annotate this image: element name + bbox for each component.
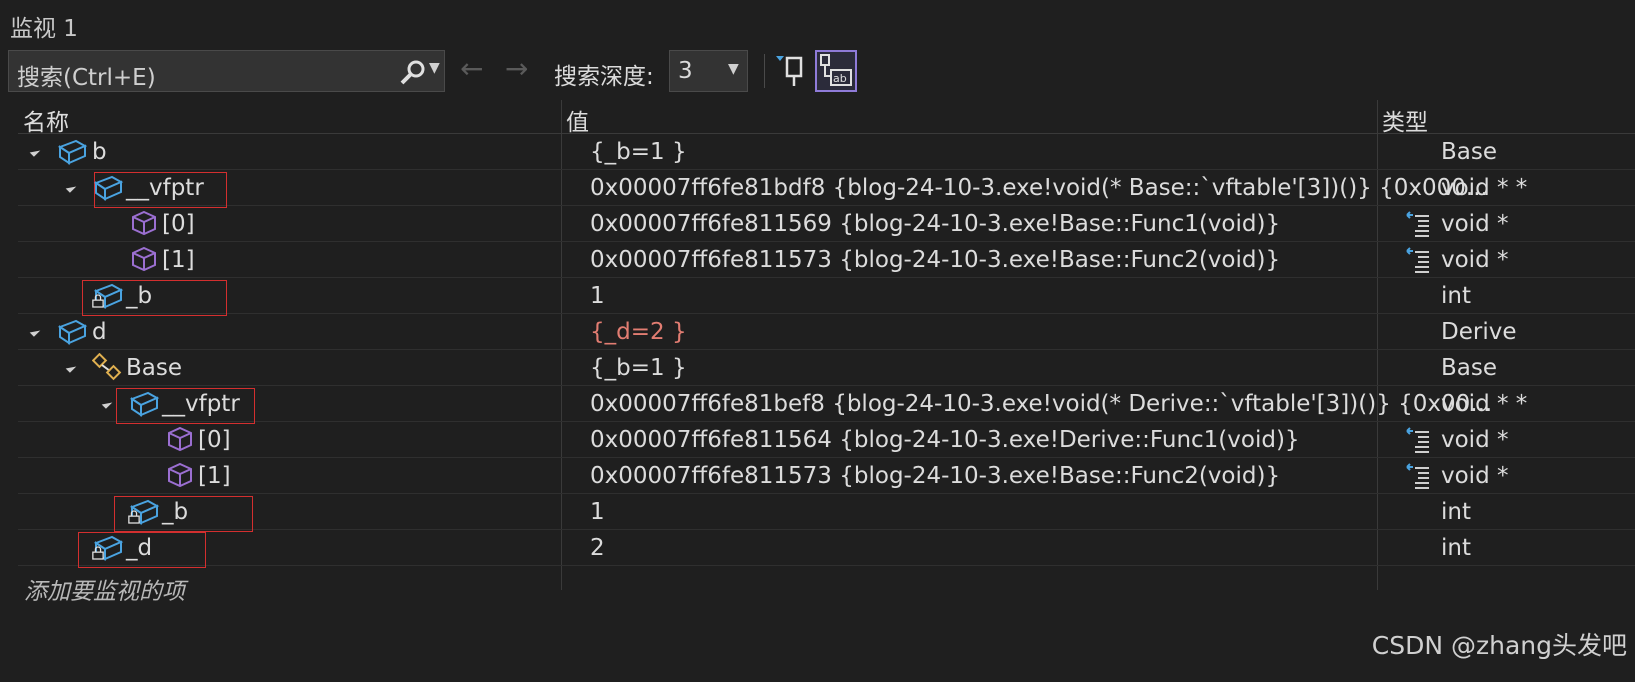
watch-row-field-d[interactable]: _d 2 int [18,530,1635,568]
row-value[interactable]: 0x00007ff6fe811573 {blog-24-10-3.exe!Bas… [590,463,1280,489]
row-type: void * [1441,427,1509,453]
visualizer-icon[interactable] [1405,211,1431,237]
watch-grid: 名称 值 类型 b {_b=1 } Base __vfptr 0x00007ff… [18,100,1635,605]
search-depth-value: 3 [678,58,693,84]
column-header-name[interactable]: 名称 [23,103,69,137]
watch-row-index-0[interactable]: [0] 0x00007ff6fe811564 {blog-24-10-3.exe… [18,422,1635,458]
visualizer-icon[interactable] [1405,463,1431,489]
row-value[interactable]: {_b=1 } [590,139,687,165]
watch-row-index-1[interactable]: [1] 0x00007ff6fe811573 {blog-24-10-3.exe… [18,242,1635,278]
row-type: Base [1441,139,1498,165]
watch-row-vfptr[interactable]: __vfptr 0x00007ff6fe81bdf8 {blog-24-10-3… [18,170,1635,208]
watermark: CSDN @zhang头发吧 [1371,631,1627,660]
row-value[interactable]: 0x00007ff6fe81bdf8 {blog-24-10-3.exe!voi… [590,175,1488,201]
row-value[interactable]: 0x00007ff6fe811573 {blog-24-10-3.exe!Bas… [590,247,1280,273]
row-value[interactable]: 1 [590,283,605,309]
class-icon [128,389,160,417]
back-arrow-icon[interactable]: ← [460,52,483,85]
add-watch-row[interactable]: 添加要监视的项 [18,566,1635,605]
row-type: void * [1441,463,1509,489]
base-class-icon [92,353,122,381]
method-icon [166,461,194,489]
window-title: 监视 1 [10,16,78,42]
watch-row-b[interactable]: b {_b=1 } Base [18,134,1635,170]
row-value[interactable]: 2 [590,535,605,561]
row-type: Derive [1441,319,1517,345]
collapse-arrow-icon[interactable] [65,182,77,193]
search-icon[interactable] [399,59,427,87]
toolbar-separator [764,54,765,88]
column-header-type[interactable]: 类型 [1382,103,1428,137]
watch-row-d[interactable]: d {_d=2 } Derive [18,314,1635,350]
pin-icon[interactable] [774,52,810,90]
row-type: int [1441,283,1471,309]
row-name: _b [126,283,153,309]
row-name: __vfptr [162,391,240,417]
row-name: _b [162,499,189,525]
row-name: d [92,319,107,345]
collapse-arrow-icon[interactable] [29,146,41,157]
row-name: __vfptr [126,175,204,201]
watch-row-field-b[interactable]: _b 1 int [18,278,1635,316]
method-icon [166,425,194,453]
watch-row-field-b[interactable]: _b 1 int [18,494,1635,532]
row-type: void * [1441,247,1509,273]
column-header-value[interactable]: 值 [566,103,589,137]
row-type: Base [1441,355,1498,381]
row-type: void * * [1441,175,1528,201]
row-value[interactable]: 0x00007ff6fe811564 {blog-24-10-3.exe!Der… [590,427,1300,453]
method-icon [130,245,158,273]
watch-row-index-1[interactable]: [1] 0x00007ff6fe811573 {blog-24-10-3.exe… [18,458,1635,494]
add-watch-placeholder[interactable]: 添加要监视的项 [24,572,185,606]
chevron-down-icon: ▼ [728,61,739,77]
row-name: Base [126,355,183,381]
forward-arrow-icon[interactable]: → [505,52,528,85]
hex-display-button[interactable]: ab [815,50,857,92]
row-value[interactable]: 0x00007ff6fe81bef8 {blog-24-10-3.exe!voi… [590,391,1492,417]
visualizer-icon[interactable] [1405,247,1431,273]
method-icon [130,209,158,237]
collapse-arrow-icon[interactable] [29,326,41,337]
row-type: void * [1441,211,1509,237]
row-name: [1] [198,463,231,489]
search-options-chevron-icon[interactable]: ▼ [429,60,440,76]
hex-display-icon: ab [820,54,852,86]
row-name: [0] [162,211,195,237]
row-name: [0] [198,427,231,453]
watch-row-index-0[interactable]: [0] 0x00007ff6fe811569 {blog-24-10-3.exe… [18,206,1635,242]
row-type: int [1441,499,1471,525]
row-value[interactable]: {_b=1 } [590,355,687,381]
row-type: int [1441,535,1471,561]
class-icon [56,137,88,165]
watch-row-base[interactable]: Base {_b=1 } Base [18,350,1635,386]
svg-text:ab: ab [833,72,847,85]
lock-icon [128,510,140,524]
class-icon [92,173,124,201]
collapse-arrow-icon[interactable] [101,398,113,409]
grid-header: 名称 值 类型 [18,100,1635,137]
collapse-arrow-icon[interactable] [65,362,77,373]
row-name: _d [126,535,153,561]
visualizer-icon[interactable] [1405,427,1431,453]
row-name: b [92,139,107,165]
search-input[interactable]: 搜索(Ctrl+E) ▼ [8,50,445,92]
search-depth-label: 搜索深度: [554,64,654,90]
lock-icon [92,546,104,560]
row-value[interactable]: {_d=2 } [590,319,687,345]
search-placeholder: 搜索(Ctrl+E) [17,65,156,91]
watch-row-vfptr[interactable]: __vfptr 0x00007ff6fe81bef8 {blog-24-10-3… [18,386,1635,424]
row-value[interactable]: 0x00007ff6fe811569 {blog-24-10-3.exe!Bas… [590,211,1280,237]
row-type: void * * [1441,391,1528,417]
search-depth-select[interactable]: 3 ▼ [669,50,748,92]
row-name: [1] [162,247,195,273]
class-icon [56,317,88,345]
lock-icon [92,294,104,308]
row-value[interactable]: 1 [590,499,605,525]
